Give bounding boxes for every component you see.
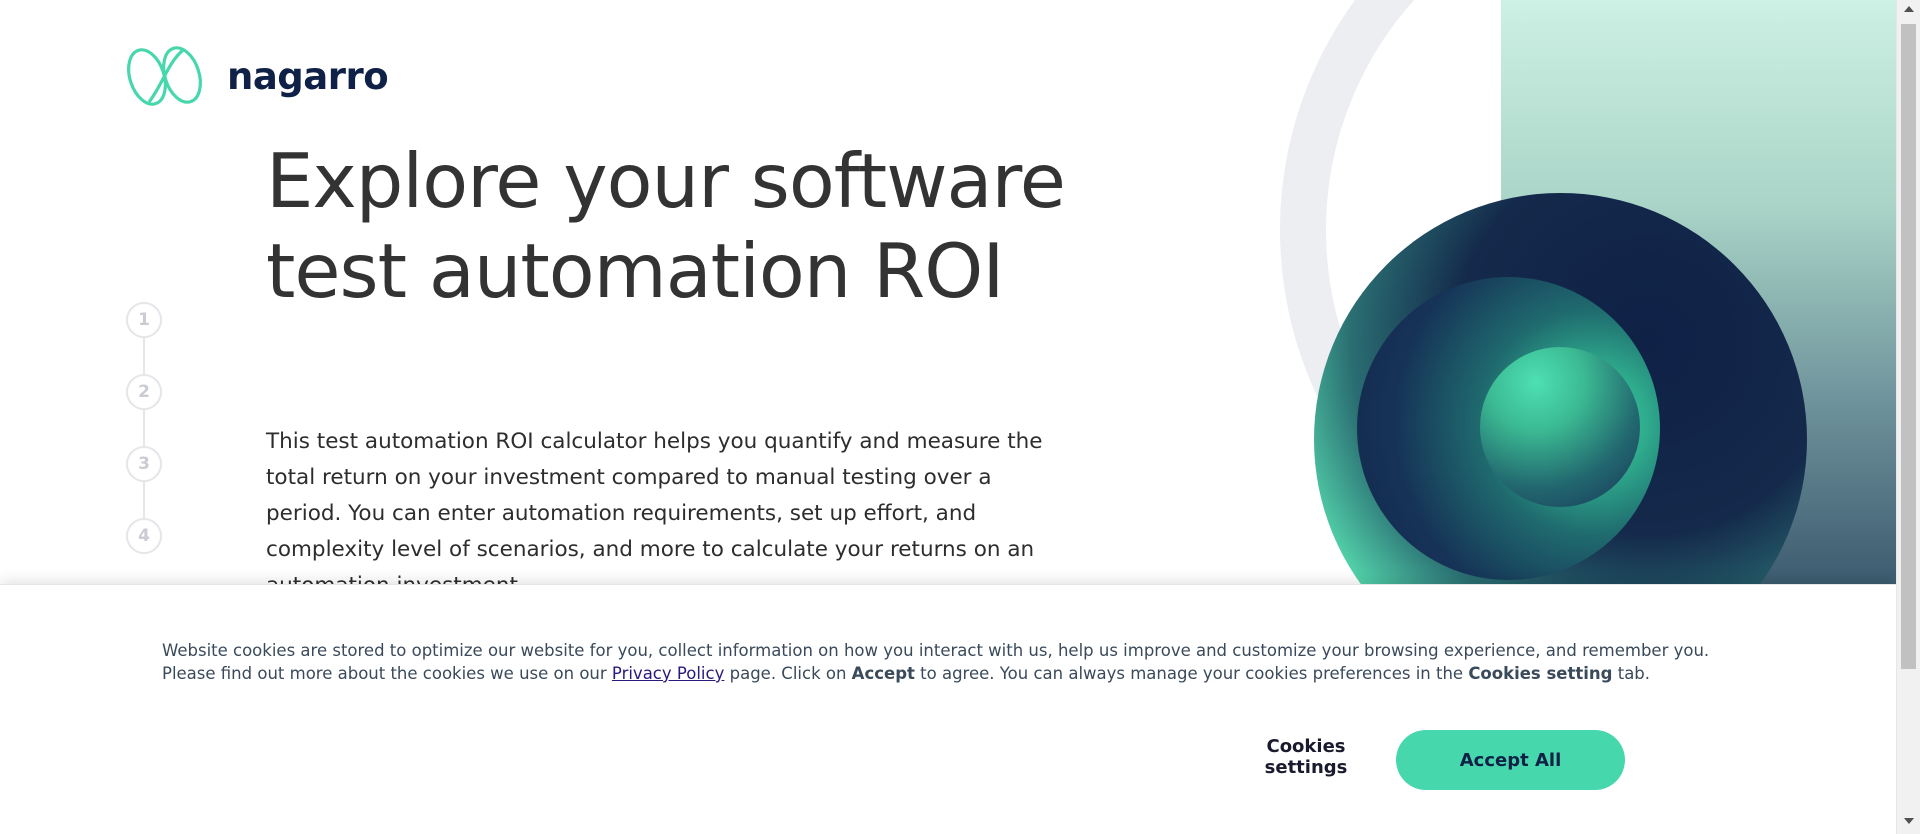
cookie-text: Website cookies are stored to optimize o… (162, 639, 1722, 685)
cookies-setting-keyword: Cookies setting (1468, 664, 1613, 683)
inner-sphere (1480, 347, 1640, 507)
step-4[interactable]: 4 (126, 518, 162, 554)
nagarro-logo-mark-icon (127, 46, 202, 106)
step-connector (143, 338, 145, 374)
cookie-banner: Website cookies are stored to optimize o… (0, 584, 1896, 834)
scroll-down-arrow-icon[interactable] (1904, 818, 1914, 824)
cookie-text-part: tab. (1612, 664, 1651, 683)
page: nagarro 1 2 3 4 Explore your software te… (0, 0, 1920, 834)
hero-title: Explore your software test automation RO… (266, 137, 1066, 315)
cookies-settings-button[interactable]: Cookies settings (1226, 729, 1386, 785)
scroll-up-arrow-icon[interactable] (1904, 6, 1914, 12)
privacy-policy-link[interactable]: Privacy Policy (612, 664, 724, 683)
cookie-text-part: to agree. You can always manage your coo… (914, 664, 1469, 683)
step-1[interactable]: 1 (126, 302, 162, 338)
hero-description: This test automation ROI calculator help… (266, 429, 1043, 598)
accept-keyword: Accept (851, 664, 915, 683)
step-connector (143, 410, 145, 446)
logo-wordmark: nagarro (227, 54, 389, 98)
vertical-scrollbar[interactable] (1896, 0, 1920, 834)
step-3[interactable]: 3 (126, 446, 162, 482)
nagarro-logo[interactable]: nagarro (127, 44, 389, 108)
step-2[interactable]: 2 (126, 374, 162, 410)
cookie-text-part: page. Click on (724, 664, 852, 683)
hero-graphic (1240, 0, 1900, 590)
accept-all-button[interactable]: Accept All (1396, 730, 1625, 790)
step-connector (143, 482, 145, 518)
scroll-thumb[interactable] (1901, 24, 1916, 669)
